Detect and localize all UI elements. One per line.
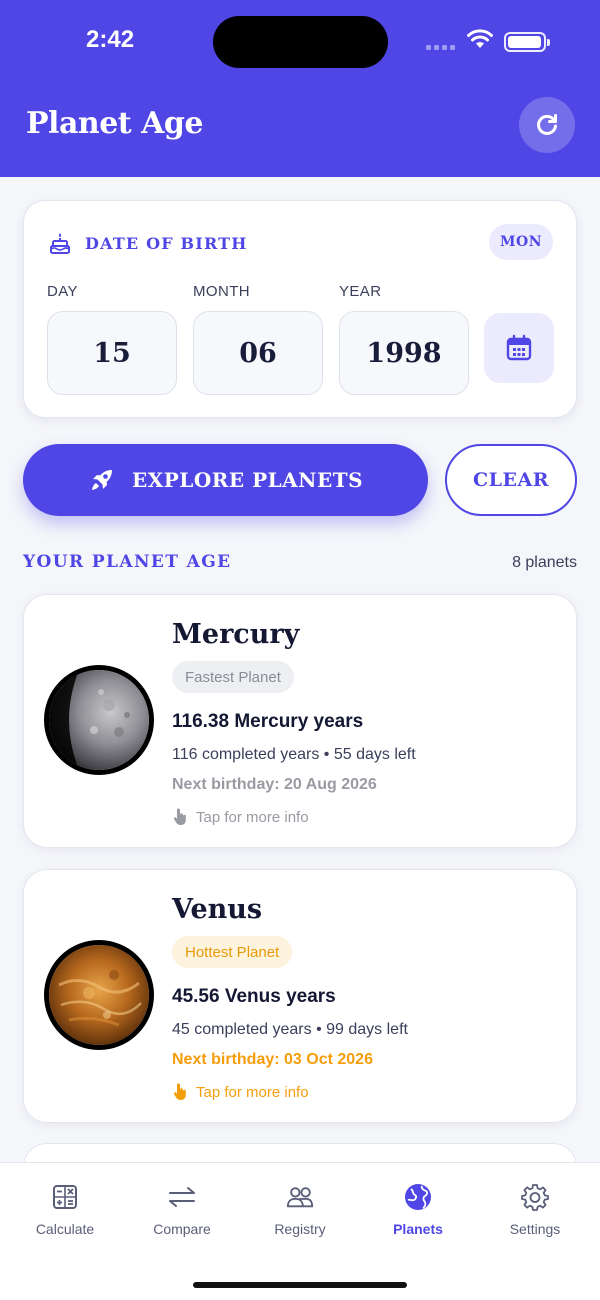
date-of-birth-card: DATE OF BIRTH MON DAY MONTH YEAR 15 06 1… [23, 200, 577, 418]
clear-button[interactable]: CLEAR [445, 444, 577, 516]
explore-planets-button[interactable]: EXPLORE PLANETS [23, 444, 428, 516]
planet-progress: 116 completed years • 55 days left [172, 746, 416, 763]
weekday-badge: MON [489, 224, 553, 260]
dynamic-island [213, 16, 388, 68]
gear-icon [521, 1183, 549, 1211]
planet-age: 116.38 Mercury years [172, 711, 364, 732]
tap-hint-label: Tap for more info [196, 1083, 309, 1101]
planet-tag-badge: Fastest Planet [172, 661, 294, 693]
status-bar: 2:42 [0, 0, 600, 80]
globe-icon [404, 1183, 432, 1211]
mercury-image [44, 665, 154, 775]
tab-label: Calculate [35, 1221, 95, 1237]
home-indicator [193, 1282, 407, 1288]
venus-image [44, 940, 154, 1050]
calculator-icon [51, 1183, 79, 1211]
next-birthday: Next birthday: 03 Oct 2026 [172, 1051, 373, 1068]
bottom-tab-bar: Calculate Compare Registry Planets Setti… [0, 1162, 600, 1300]
section-title: YOUR PLANET AGE [23, 552, 232, 572]
rocket-icon [91, 470, 112, 490]
refresh-icon [537, 114, 557, 135]
calendar-picker-button[interactable] [484, 313, 554, 383]
tab-settings[interactable]: Settings [480, 1183, 590, 1243]
tab-label: Registry [274, 1221, 326, 1237]
planet-count: 8 planets [512, 554, 577, 571]
tap-hint-label: Tap for more info [196, 808, 309, 826]
people-icon [286, 1183, 314, 1211]
planet-tag-badge: Hottest Planet [172, 936, 293, 968]
tab-label: Planets [393, 1221, 443, 1237]
date-of-birth-title: DATE OF BIRTH [85, 233, 248, 253]
tap-hint: Tap for more info [172, 808, 309, 826]
month-label: MONTH [193, 283, 250, 300]
planet-name: Mercury [172, 619, 300, 650]
explore-planets-label: EXPLORE PLANETS [131, 468, 364, 492]
planet-name: Venus [172, 894, 263, 925]
day-label: DAY [47, 283, 78, 300]
tab-calculate[interactable]: Calculate [10, 1183, 120, 1243]
cake-icon [50, 233, 70, 254]
day-field[interactable]: 15 [47, 311, 177, 395]
app-header: 2:42 Planet Age [0, 0, 600, 177]
page-title: Planet Age [26, 106, 203, 141]
tab-planets[interactable]: Planets [363, 1183, 473, 1243]
planet-age: 45.56 Venus years [172, 986, 336, 1007]
tap-hand-icon [173, 1083, 186, 1100]
year-field[interactable]: 1998 [339, 311, 469, 395]
date-of-birth-header: DATE OF BIRTH [49, 229, 248, 257]
battery-icon [504, 32, 550, 52]
status-icons [426, 26, 556, 56]
next-birthday: Next birthday: 20 Aug 2026 [172, 776, 377, 793]
year-label: YEAR [339, 283, 382, 300]
tab-label: Compare [153, 1221, 211, 1237]
wifi-icon [467, 29, 493, 48]
compare-arrows-icon [168, 1183, 196, 1211]
planet-card-venus[interactable]: Venus Hottest Planet 45.56 Venus years 4… [23, 869, 577, 1123]
tap-hand-icon [173, 808, 186, 825]
tab-label: Settings [509, 1221, 561, 1237]
calendar-icon [506, 334, 532, 361]
tab-compare[interactable]: Compare [127, 1183, 237, 1243]
planet-card-mercury[interactable]: Mercury Fastest Planet 116.38 Mercury ye… [23, 594, 577, 848]
refresh-button[interactable] [519, 97, 575, 153]
status-time: 2:42 [86, 26, 135, 53]
tap-hint: Tap for more info [172, 1083, 309, 1101]
tab-registry[interactable]: Registry [245, 1183, 355, 1243]
month-field[interactable]: 06 [193, 311, 323, 395]
cellular-signal-icon [426, 45, 456, 51]
planet-progress: 45 completed years • 99 days left [172, 1021, 408, 1038]
